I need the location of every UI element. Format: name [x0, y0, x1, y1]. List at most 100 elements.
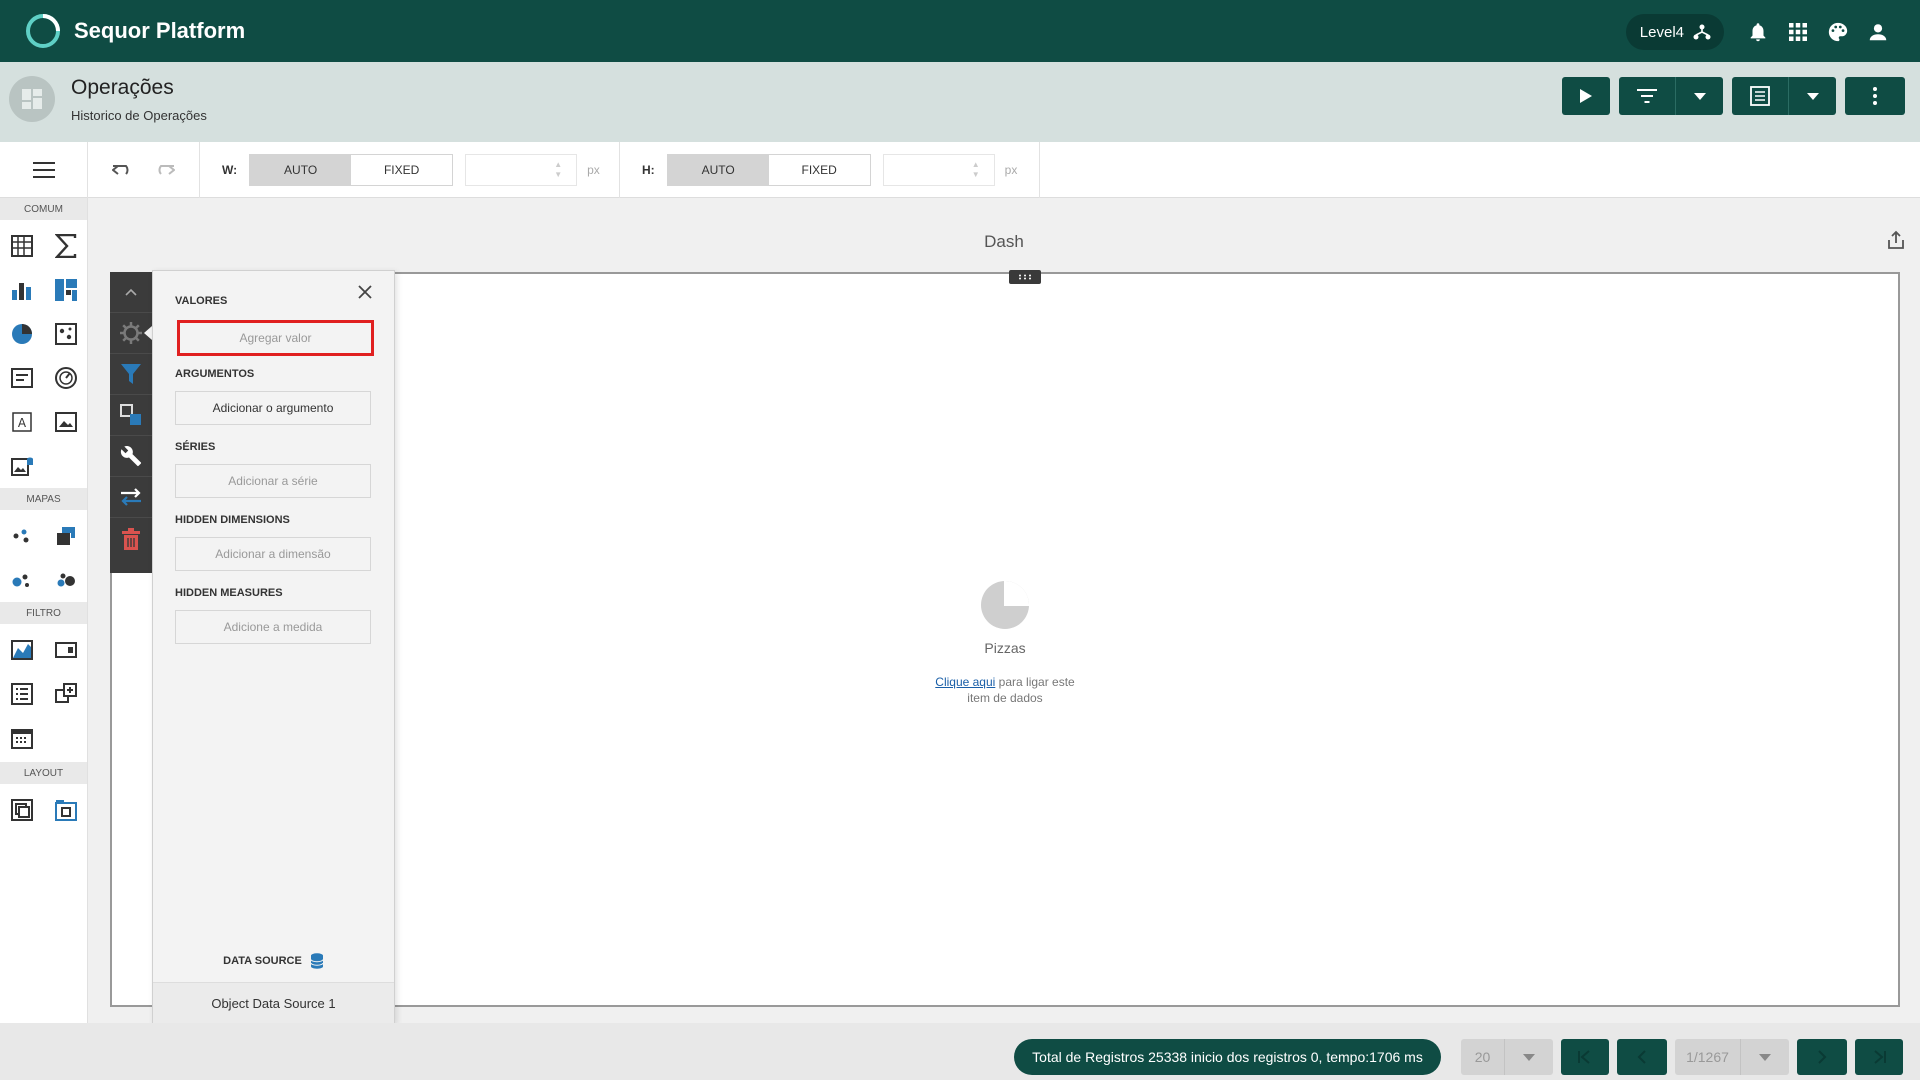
last-page-button[interactable]: [1855, 1039, 1903, 1075]
width-fixed-option[interactable]: FIXED: [351, 155, 452, 185]
width-input[interactable]: ▲ ▼: [465, 153, 578, 186]
more-options-button[interactable]: [1845, 77, 1905, 115]
width-auto-option[interactable]: AUTO: [250, 154, 352, 185]
svg-text:A: A: [18, 416, 27, 430]
gear-icon: [120, 322, 142, 344]
add-dimension-field[interactable]: Adicionar a dimensão: [175, 537, 371, 571]
dashboard-title[interactable]: Dash: [88, 232, 1920, 252]
caret-down-icon: [1806, 92, 1819, 100]
group-item-button[interactable]: [0, 788, 44, 832]
prev-page-button[interactable]: [1617, 1039, 1667, 1075]
series-header: SÉRIES: [175, 441, 216, 453]
pie-item-button[interactable]: [0, 312, 44, 356]
brand[interactable]: Sequor Platform: [24, 12, 245, 50]
spinner-icon[interactable]: ▲ ▼: [554, 160, 562, 180]
range-filter-button[interactable]: [0, 628, 44, 672]
notifications-button[interactable]: [1738, 12, 1778, 52]
export-button[interactable]: [1886, 230, 1906, 255]
first-page-button[interactable]: [1561, 1039, 1609, 1075]
add-argument-button[interactable]: Adicionar o argumento: [175, 391, 371, 425]
first-page-icon: [1578, 1050, 1590, 1064]
redo-icon[interactable]: [153, 162, 176, 178]
bubble-map-button[interactable]: [0, 558, 44, 602]
tab-container-button[interactable]: [44, 788, 88, 832]
geo-point-map-button[interactable]: [0, 514, 44, 558]
height-input[interactable]: ▲ ▼: [882, 153, 995, 186]
dashboard-icon: [22, 89, 42, 109]
list-view-icon: [1750, 86, 1770, 106]
bound-image-item-button[interactable]: [0, 444, 44, 488]
scatter-item-button[interactable]: [44, 312, 88, 356]
level-selector[interactable]: Level4: [1625, 14, 1724, 50]
filter-funnel-icon: [121, 364, 141, 384]
text-box-icon: [11, 368, 33, 388]
convert-button[interactable]: [110, 395, 152, 436]
chart-item-button[interactable]: [0, 268, 44, 312]
card-item-button[interactable]: [44, 224, 88, 268]
calendar-icon: [11, 729, 33, 749]
filter-dropdown-button[interactable]: [1675, 77, 1723, 115]
bindings-button[interactable]: [110, 313, 152, 354]
filter-button-group[interactable]: [1619, 77, 1723, 115]
chevron-up-icon: [125, 288, 137, 296]
collapse-button[interactable]: [110, 272, 152, 313]
gauge-item-button[interactable]: [44, 356, 88, 400]
next-page-button[interactable]: [1797, 1039, 1847, 1075]
app-title: Sequor Platform: [74, 18, 246, 43]
data-source-selector[interactable]: Object Data Source 1: [153, 982, 394, 1024]
date-filter-button[interactable]: [0, 716, 44, 760]
view-button-group[interactable]: [1732, 77, 1836, 115]
width-mode-toggle[interactable]: AUTO FIXED: [249, 153, 454, 186]
close-panel-button[interactable]: [358, 285, 372, 304]
gauge-icon: [55, 367, 77, 389]
spinner-icon[interactable]: ▲ ▼: [972, 160, 980, 180]
height-label: H:: [642, 162, 655, 177]
interactivity-button[interactable]: [110, 354, 152, 395]
width-controls: W: AUTO FIXED ▲ ▼ px: [200, 141, 620, 198]
arguments-header: ARGUMENTOS: [175, 368, 255, 380]
add-measure-field[interactable]: Adicione a medida: [175, 610, 371, 644]
pie-map-button[interactable]: [44, 558, 88, 602]
page-indicator: 1/1267: [1675, 1039, 1741, 1075]
treemap-item-button[interactable]: [44, 268, 88, 312]
page-indicator-selector[interactable]: 1/1267: [1675, 1039, 1789, 1075]
page-avatar: [9, 76, 55, 122]
menu-button[interactable]: [0, 141, 88, 198]
geo-points-icon: [13, 529, 29, 543]
drag-handle[interactable]: [1009, 270, 1041, 284]
grid-item-button[interactable]: [0, 224, 44, 268]
undo-icon[interactable]: [111, 162, 134, 178]
image-item-button[interactable]: [44, 400, 88, 444]
choropleth-map-button[interactable]: [44, 514, 88, 558]
sigma-icon: [55, 234, 77, 258]
tree-filter-button[interactable]: [44, 672, 88, 716]
run-button[interactable]: [1562, 77, 1610, 115]
user-button[interactable]: [1858, 12, 1898, 52]
filter-button[interactable]: [1619, 77, 1675, 115]
height-auto-option[interactable]: AUTO: [667, 154, 769, 185]
export-share-icon: [1888, 230, 1904, 249]
text-item-button[interactable]: [0, 356, 44, 400]
textbox-item-button[interactable]: A: [0, 400, 44, 444]
options-button[interactable]: [110, 436, 152, 477]
height-mode-toggle[interactable]: AUTO FIXED: [666, 153, 871, 186]
view-button[interactable]: [1732, 77, 1788, 115]
apps-button[interactable]: [1778, 12, 1818, 52]
pie-map-icon: [57, 573, 75, 587]
add-value-field[interactable]: Agregar valor: [177, 320, 374, 356]
swap-button[interactable]: [110, 477, 152, 518]
height-fixed-option[interactable]: FIXED: [769, 155, 870, 185]
width-label: W:: [222, 162, 238, 177]
delete-button[interactable]: [110, 518, 152, 559]
combo-box-icon: [55, 642, 77, 658]
theme-button[interactable]: [1818, 12, 1858, 52]
palette-icon: [1828, 22, 1848, 42]
list-filter-button[interactable]: [0, 672, 44, 716]
tab-container-icon: [55, 800, 77, 821]
view-dropdown-button[interactable]: [1788, 77, 1836, 115]
combo-filter-button[interactable]: [44, 628, 88, 672]
bind-data-link[interactable]: Clique aqui: [935, 675, 995, 689]
add-series-field[interactable]: Adicionar a série: [175, 464, 371, 498]
hamburger-menu-icon: [32, 161, 55, 178]
page-size-selector[interactable]: 20: [1461, 1039, 1553, 1075]
